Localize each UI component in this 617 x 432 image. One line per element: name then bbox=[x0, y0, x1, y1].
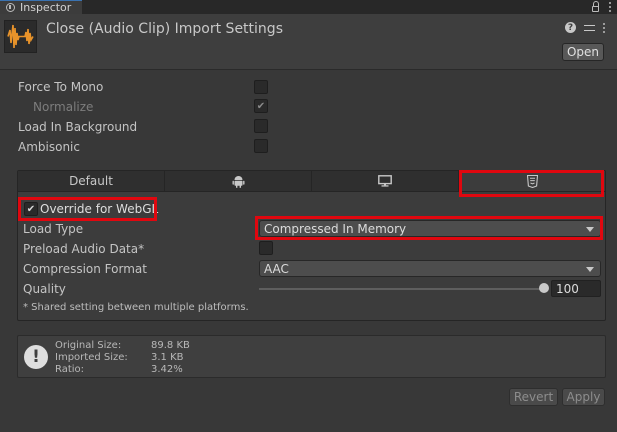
help-icon[interactable]: ? bbox=[565, 22, 576, 33]
tab-default[interactable]: Default bbox=[18, 171, 165, 191]
quality-label: Quality bbox=[23, 282, 66, 296]
load-type-label: Load Type bbox=[23, 222, 84, 236]
chevron-down-icon bbox=[586, 227, 594, 232]
more-options-icon[interactable] bbox=[609, 2, 611, 12]
quality-slider-track[interactable] bbox=[259, 288, 544, 290]
quality-input[interactable]: 100 bbox=[551, 280, 601, 297]
imported-size-label: Imported Size: bbox=[55, 352, 128, 363]
platform-settings-panel: Default ✔ Override for WebGL Load Type C… bbox=[17, 170, 606, 321]
tab-webgl[interactable] bbox=[459, 171, 605, 191]
shared-setting-note: * Shared setting between multiple platfo… bbox=[23, 302, 249, 313]
lock-icon[interactable] bbox=[592, 1, 599, 12]
tabbar-controls bbox=[592, 0, 611, 14]
info-icon: ! bbox=[24, 345, 48, 369]
open-button[interactable]: Open bbox=[562, 43, 604, 61]
tab-desktop[interactable] bbox=[312, 171, 459, 191]
waveform-icon bbox=[7, 24, 34, 49]
revert-button[interactable]: Revert bbox=[509, 388, 558, 406]
desktop-icon bbox=[378, 175, 392, 187]
html5-icon bbox=[526, 174, 538, 188]
original-size-value: 89.8 KB bbox=[151, 340, 190, 351]
load-in-background-checkbox[interactable] bbox=[254, 119, 268, 133]
more-options-icon[interactable] bbox=[603, 22, 605, 33]
force-to-mono-label: Force To Mono bbox=[18, 80, 104, 94]
inspector-tab[interactable]: Inspector bbox=[0, 0, 82, 14]
override-checkbox[interactable]: ✔ bbox=[24, 202, 38, 216]
page-title: Close (Audio Clip) Import Settings bbox=[46, 21, 283, 37]
apply-button[interactable]: Apply bbox=[562, 388, 605, 406]
load-type-dropdown[interactable]: Compressed In Memory bbox=[259, 220, 601, 237]
imported-size-value: 3.1 KB bbox=[151, 352, 184, 363]
preload-audio-label: Preload Audio Data* bbox=[23, 242, 145, 256]
compression-format-dropdown[interactable]: AAC bbox=[259, 260, 601, 277]
inspector-tab-bar: Inspector bbox=[0, 0, 617, 14]
ratio-label: Ratio: bbox=[55, 364, 85, 375]
header-icons: ? bbox=[565, 22, 605, 33]
normalize-checkbox[interactable]: ✔ bbox=[254, 99, 268, 113]
ambisonic-label: Ambisonic bbox=[18, 140, 80, 154]
load-type-value: Compressed In Memory bbox=[264, 221, 407, 236]
preload-audio-checkbox[interactable] bbox=[259, 241, 273, 255]
quality-slider-thumb[interactable] bbox=[539, 283, 549, 293]
asset-header: Close (Audio Clip) Import Settings ? Ope… bbox=[0, 14, 617, 70]
ratio-value: 3.42% bbox=[151, 364, 183, 375]
chevron-down-icon bbox=[586, 267, 594, 272]
normalize-label: Normalize bbox=[33, 100, 94, 114]
load-in-background-label: Load In Background bbox=[18, 120, 138, 134]
original-size-label: Original Size: bbox=[55, 340, 122, 351]
android-icon bbox=[232, 175, 244, 188]
override-label: Override for WebGL bbox=[40, 202, 159, 216]
size-info-box: ! Original Size: 89.8 KB Imported Size: … bbox=[17, 335, 606, 378]
tab-android[interactable] bbox=[165, 171, 312, 191]
compression-format-value: AAC bbox=[264, 261, 289, 276]
info-icon bbox=[6, 3, 15, 12]
preset-icon[interactable] bbox=[584, 23, 595, 33]
force-to-mono-checkbox[interactable] bbox=[254, 80, 268, 94]
compression-format-label: Compression Format bbox=[23, 262, 147, 276]
tab-default-label: Default bbox=[69, 174, 113, 188]
inspector-tab-label: Inspector bbox=[20, 1, 72, 14]
audio-clip-thumbnail bbox=[4, 20, 37, 53]
ambisonic-checkbox[interactable] bbox=[254, 139, 268, 153]
platform-tabs: Default bbox=[18, 171, 605, 192]
